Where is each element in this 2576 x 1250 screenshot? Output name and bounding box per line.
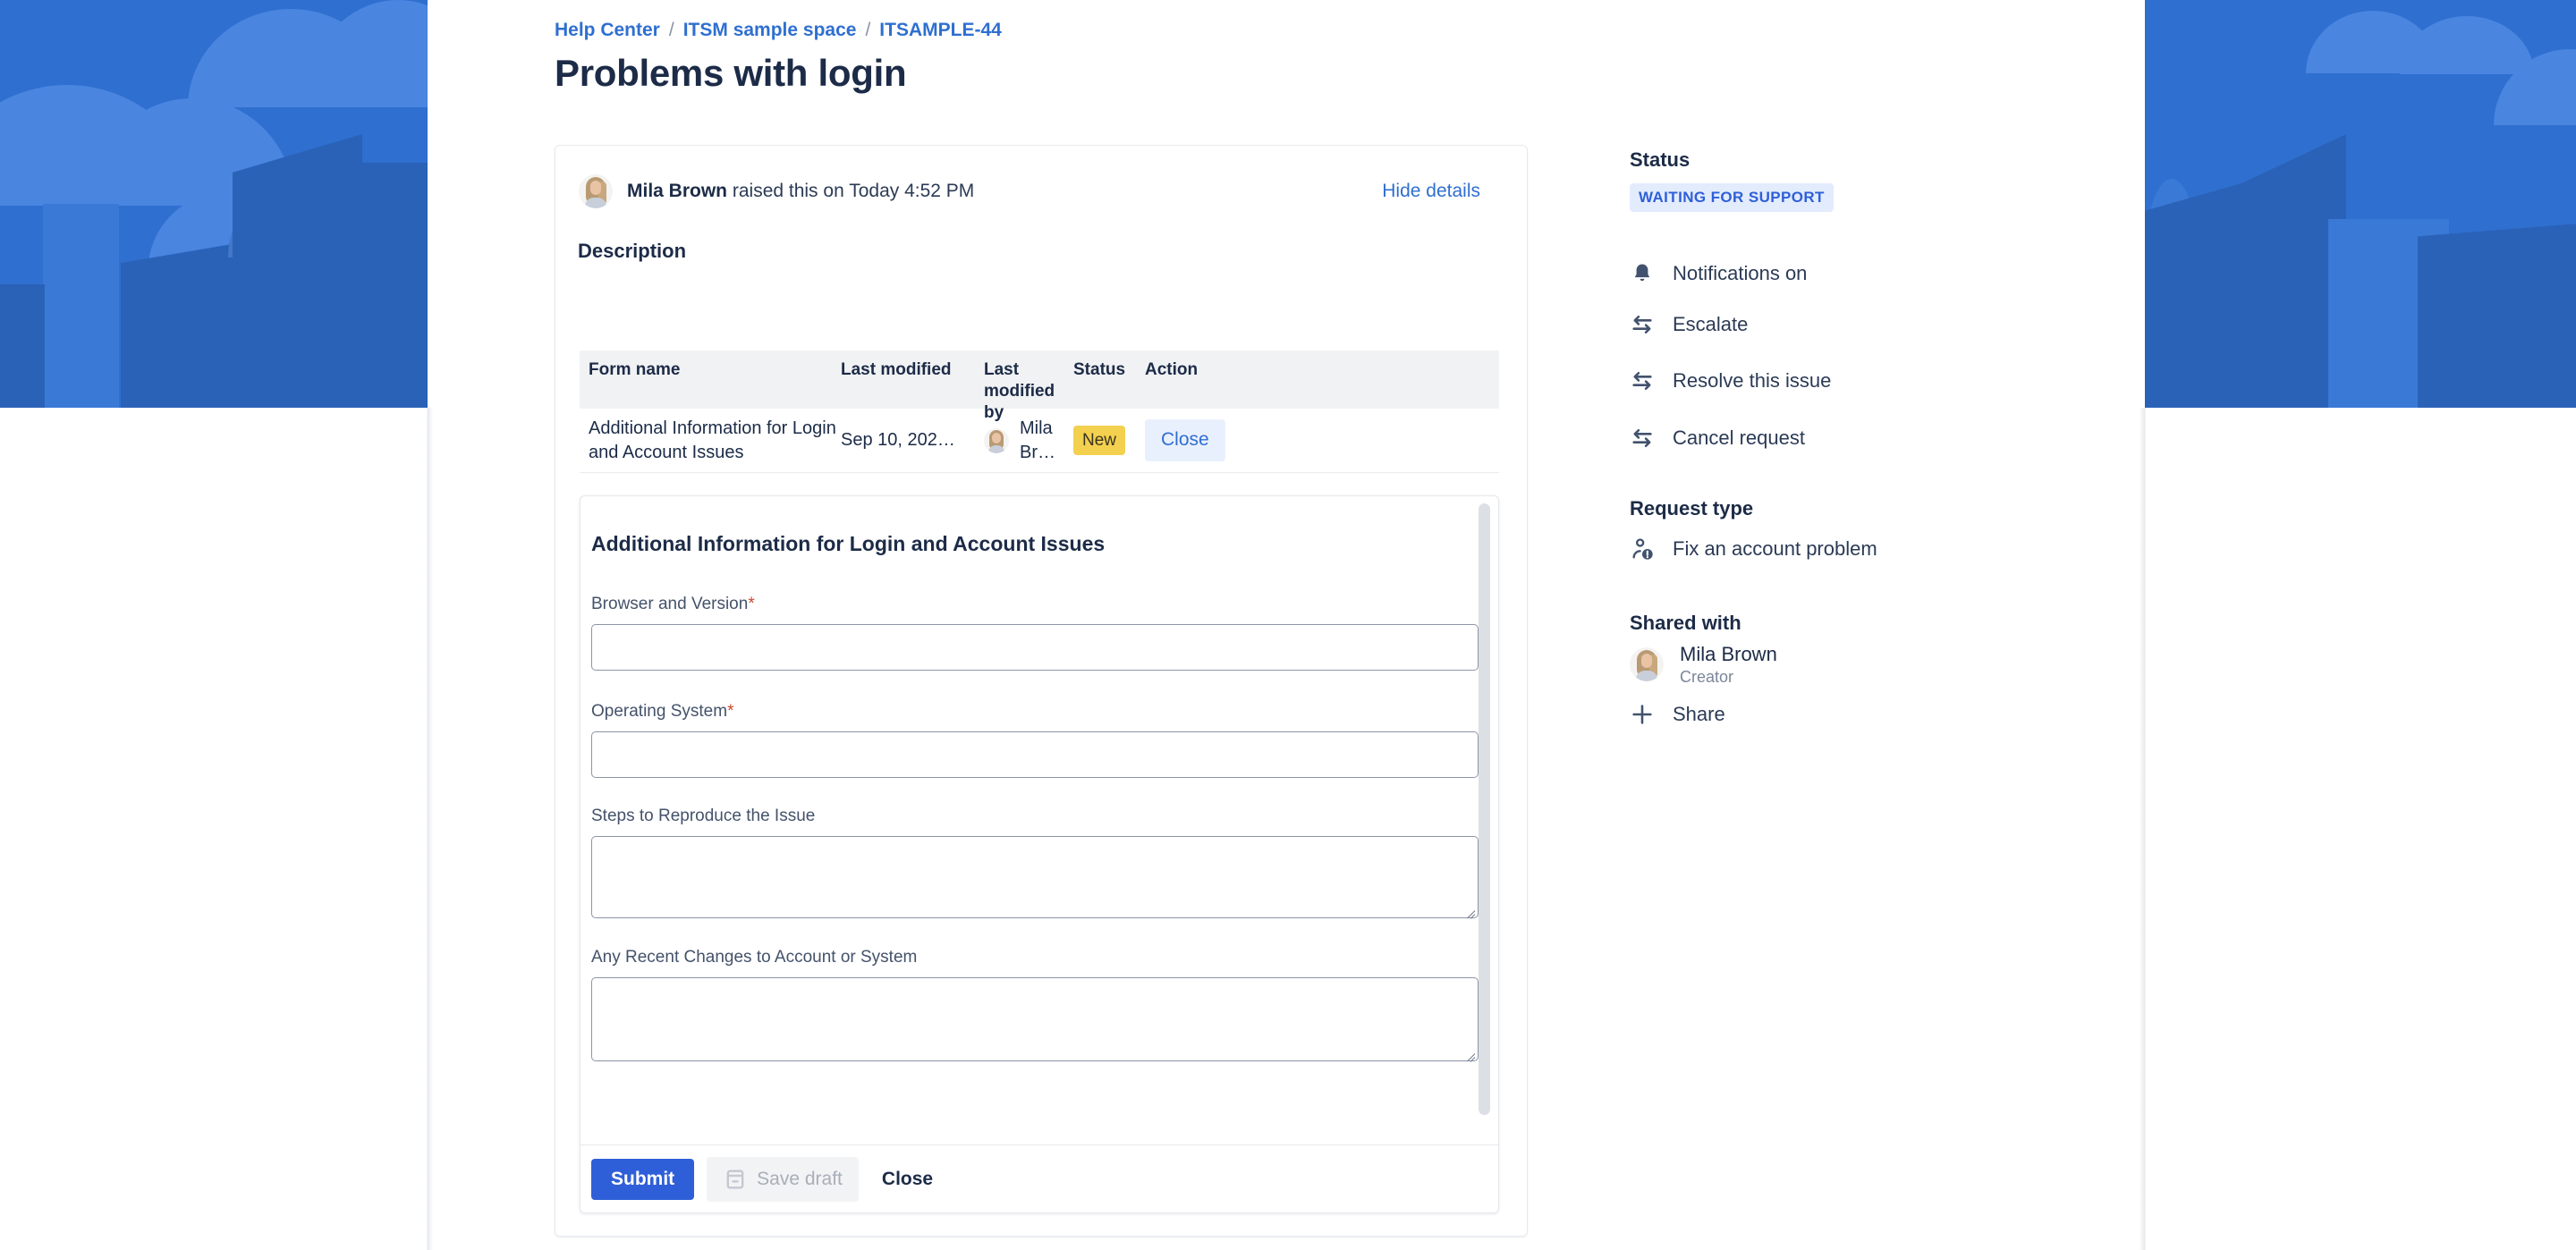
hide-details-link[interactable]: Hide details bbox=[1382, 181, 1480, 202]
operating-system-input[interactable] bbox=[591, 731, 1479, 778]
form-fields: Browser and Version* Operating System* S… bbox=[591, 595, 1486, 1062]
save-draft-label: Save draft bbox=[757, 1168, 843, 1189]
save-draft-button[interactable]: Save draft bbox=[707, 1156, 859, 1202]
close-form-button[interactable]: Close bbox=[1145, 419, 1225, 461]
resize-handle-icon[interactable] bbox=[1462, 902, 1476, 919]
field-browser-and-version: Browser and Version* bbox=[591, 595, 1486, 671]
column-header-last-modified: Last modified bbox=[841, 360, 952, 379]
column-header-status: Status bbox=[1073, 360, 1126, 379]
cell-last-modified-by: Mila Br… bbox=[984, 417, 1073, 465]
status-badge: New bbox=[1073, 425, 1126, 456]
status-badge-wrap: WAITING FOR SUPPORT bbox=[1630, 183, 1834, 212]
shared-person-name: Mila Brown bbox=[1680, 643, 1777, 665]
sidebar-action-label: Notifications on bbox=[1673, 262, 1808, 284]
field-operating-system: Operating System* bbox=[591, 702, 1486, 778]
embedded-form-panel: Additional Information for Login and Acc… bbox=[580, 495, 1499, 1213]
required-marker: * bbox=[748, 595, 755, 613]
cell-last-modified: Sep 10, 202… bbox=[841, 430, 955, 450]
table-row: Additional Information for Login and Acc… bbox=[580, 409, 1499, 473]
raised-by-text: Mila Brown raised this on Today 4:52 PM bbox=[627, 181, 974, 202]
column-header-last-modified-by: Last modified by bbox=[984, 360, 1055, 422]
cell-action: Close bbox=[1145, 419, 1270, 461]
save-icon bbox=[726, 1170, 744, 1188]
avatar bbox=[1630, 647, 1664, 682]
raised-timestamp: raised this on Today 4:52 PM bbox=[727, 181, 975, 201]
required-marker: * bbox=[727, 702, 734, 721]
sidebar-action-notifications[interactable]: Notifications on bbox=[1630, 261, 1807, 286]
close-button[interactable]: Close bbox=[871, 1159, 944, 1200]
resize-handle-icon[interactable] bbox=[1462, 1045, 1476, 1062]
form-footer: Submit Save draft Close bbox=[580, 1144, 1498, 1212]
sidebar-action-label: Cancel request bbox=[1673, 427, 1805, 449]
field-label: Any Recent Changes to Account or System bbox=[591, 948, 918, 967]
submit-button[interactable]: Submit bbox=[591, 1158, 695, 1200]
shared-person: Mila Brown Creator bbox=[1630, 642, 1777, 688]
share-label: Share bbox=[1673, 703, 1725, 725]
column-header-action: Action bbox=[1145, 360, 1199, 379]
forms-table: Form name Last modified Last modified by… bbox=[580, 351, 1499, 473]
transition-icon bbox=[1632, 315, 1652, 334]
breadcrumb: Help Center / ITSM sample space / ITSAMP… bbox=[555, 20, 1002, 41]
breadcrumb-item-issue-key[interactable]: ITSAMPLE-44 bbox=[879, 20, 1002, 41]
hero-banner-right-art bbox=[2145, 0, 2576, 408]
field-steps-to-reproduce: Steps to Reproduce the Issue bbox=[591, 807, 1486, 919]
request-type-row: Fix an account problem bbox=[1630, 536, 1877, 562]
request-header: Mila Brown raised this on Today 4:52 PM … bbox=[579, 169, 1504, 214]
status-heading: Status bbox=[1630, 148, 1690, 171]
sidebar-action-label: Resolve this issue bbox=[1673, 369, 1832, 392]
content-column-shadow-left bbox=[428, 408, 433, 1250]
breadcrumb-separator: / bbox=[865, 20, 871, 40]
share-button[interactable]: Share bbox=[1630, 702, 1725, 727]
request-type-heading: Request type bbox=[1630, 497, 1754, 519]
transition-icon bbox=[1632, 371, 1652, 391]
reporter-name: Mila Brown bbox=[627, 181, 728, 201]
person-alert-icon bbox=[1632, 538, 1653, 560]
recent-changes-textarea[interactable] bbox=[591, 977, 1479, 1062]
field-label: Operating System* bbox=[591, 702, 734, 721]
modifier-avatar bbox=[984, 427, 1009, 453]
page-root: Help Center / ITSM sample space / ITSAMP… bbox=[0, 0, 2576, 1250]
field-label: Browser and Version* bbox=[591, 595, 755, 613]
status-badge: WAITING FOR SUPPORT bbox=[1630, 183, 1834, 212]
hero-banner-left-art bbox=[0, 0, 428, 408]
bell-icon bbox=[1634, 264, 1650, 282]
page-title: Problems with login bbox=[555, 52, 907, 94]
breadcrumb-item-space[interactable]: ITSM sample space bbox=[683, 20, 857, 41]
field-recent-changes: Any Recent Changes to Account or System bbox=[591, 948, 1486, 1062]
cell-form-name: Additional Information for Login and Acc… bbox=[589, 418, 836, 462]
breadcrumb-item-help-center[interactable]: Help Center bbox=[555, 20, 660, 41]
plus-icon bbox=[1632, 705, 1652, 724]
request-type-value: Fix an account problem bbox=[1673, 537, 1877, 560]
modifier-name: Mila Br… bbox=[1020, 418, 1055, 462]
shared-person-role: Creator bbox=[1680, 667, 1734, 686]
form-panel-scrollbar[interactable] bbox=[1479, 503, 1490, 1115]
transition-icon bbox=[1632, 428, 1652, 448]
sidebar-action-resolve[interactable]: Resolve this issue bbox=[1630, 368, 1831, 393]
content-column-shadow-right bbox=[2140, 408, 2145, 1250]
column-header-form-name: Form name bbox=[589, 360, 681, 379]
field-label: Steps to Reproduce the Issue bbox=[591, 807, 816, 825]
sidebar-action-cancel[interactable]: Cancel request bbox=[1630, 426, 1805, 451]
forms-table-header: Form name Last modified Last modified by… bbox=[580, 351, 1499, 422]
shared-with-heading: Shared with bbox=[1630, 612, 1741, 634]
browser-and-version-input[interactable] bbox=[591, 624, 1479, 671]
cell-status: New bbox=[1073, 425, 1145, 456]
steps-to-reproduce-textarea[interactable] bbox=[591, 836, 1479, 919]
description-label: Description bbox=[578, 240, 687, 262]
breadcrumb-separator: / bbox=[668, 20, 674, 40]
sidebar-action-escalate[interactable]: Escalate bbox=[1630, 312, 1748, 337]
sidebar-action-label: Escalate bbox=[1673, 313, 1749, 335]
reporter-avatar bbox=[579, 174, 613, 208]
form-title: Additional Information for Login and Acc… bbox=[591, 532, 1106, 555]
